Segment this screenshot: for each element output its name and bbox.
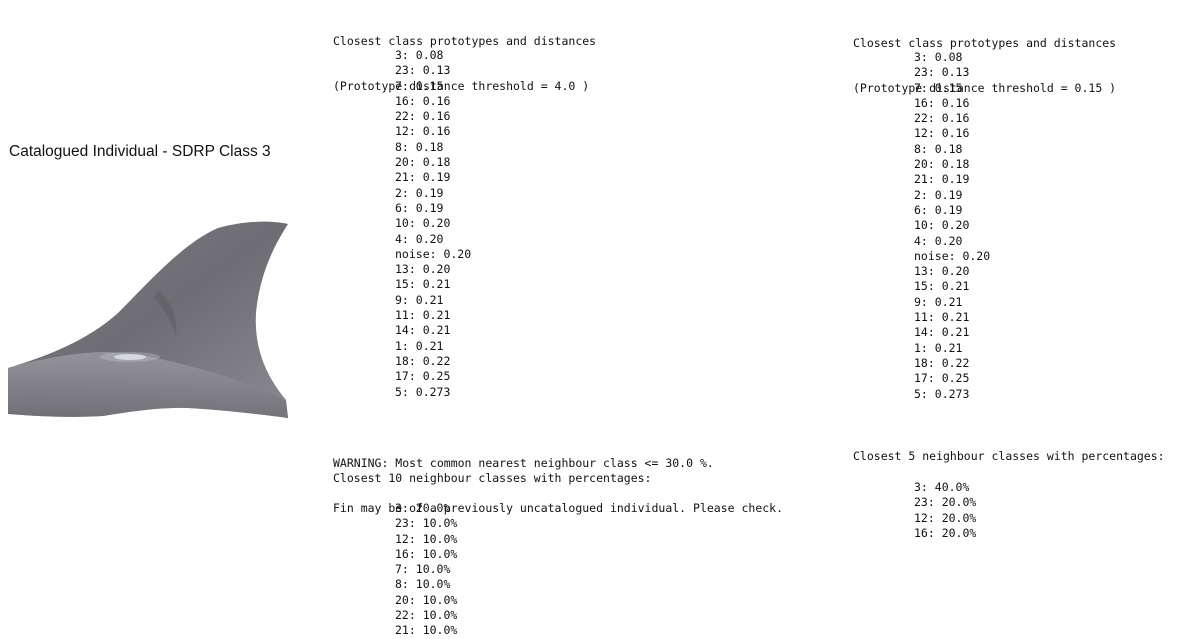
distance-list-item: 21: 0.19 [914,172,970,187]
analysis-1-neighbour-list: 3: 20.0% 23: 10.0% 12: 10.0% 16: 10.0% 7: 10… [395,501,457,639]
distance-list-item: 23: 0.13 [914,65,970,80]
distance-list-item: 10: 0.20 [914,218,970,233]
distance-list-item: 7: 0.15 [914,80,963,95]
neighbour-list-item: 3: 40.0% [914,480,970,494]
analysis-2-heading: Closest class prototypes and distances [853,35,1117,50]
distance-list-item: 22: 0.16 [395,109,451,124]
distance-list-item: 4: 0.20 [395,231,444,246]
neighbour-list-item: 12: 10.0% [395,531,458,546]
distance-list-item: 5: 0.273 [914,386,970,401]
distance-list-item: 3: 0.08 [395,48,444,62]
distance-list-item: 14: 0.21 [395,323,451,338]
distance-list-item: 7: 0.15 [395,78,444,93]
distance-list-item: 18: 0.22 [914,355,970,370]
distance-list-item: 17: 0.25 [395,369,451,384]
distance-list-item: 20: 0.18 [395,155,451,170]
distance-list-item: 22: 0.16 [914,111,970,126]
distance-list-item: 10: 0.20 [395,216,451,231]
distance-list-item: 8: 0.18 [395,139,444,154]
analysis-2-neighbour-list: 3: 40.0% 23: 20.0% 12: 20.0% 16: 20.0% [914,480,976,541]
warning-line-1: WARNING: Most common nearest neighbour c… [333,455,714,470]
distance-list-item: 14: 0.21 [914,325,970,340]
analysis-2-distance-list: 3: 0.08 23: 0.13 7: 0.15 16: 0.16 22: 0.16 12… [914,50,990,402]
neighbour-list-item: 23: 10.0% [395,516,458,531]
neighbour-list-item: 3: 20.0% [395,501,451,515]
distance-list-item: 12: 0.16 [395,124,451,139]
distance-list-item: 2: 0.19 [914,187,963,202]
distance-list-item: noise: 0.20 [914,248,991,263]
distance-list-item: 6: 0.19 [914,202,963,217]
distance-list-item: 13: 0.20 [914,264,970,279]
distance-list-item: 13: 0.20 [395,262,451,277]
distance-list-item: 1: 0.21 [914,340,963,355]
analysis-1-heading: Closest class prototypes and distances [333,33,597,48]
dorsal-fin-image [8,221,288,418]
neighbour-list-item: 7: 10.0% [395,562,451,577]
distance-list-item: 8: 0.18 [914,141,963,156]
distance-list-item: 6: 0.19 [395,200,444,215]
distance-list-item: 15: 0.21 [395,277,451,292]
distance-list-item: 12: 0.16 [914,126,970,141]
distance-list-item: 3: 0.08 [914,50,963,64]
distance-list-item: 11: 0.21 [395,308,451,323]
distance-list-item: 18: 0.22 [395,353,451,368]
distance-list-item: 23: 0.13 [395,63,451,78]
distance-list-item: 1: 0.21 [395,338,444,353]
distance-list-item: 9: 0.21 [395,292,444,307]
neighbour-list-item: 20: 10.0% [395,592,458,607]
fin-caption: Catalogued Individual - SDRP Class 3 [9,143,271,160]
analysis-2-neighbours-heading: Closest 5 neighbour classes with percent… [853,449,1165,463]
distance-list-item: 17: 0.25 [914,371,970,386]
neighbour-list-item: 16: 10.0% [395,546,458,561]
neighbour-list-item: 8: 10.0% [395,577,451,592]
distance-list-item: 15: 0.21 [914,279,970,294]
analysis-1-neighbours-heading: Closest 10 neighbour classes with percen… [333,471,652,485]
distance-list-item: 9: 0.21 [914,294,963,309]
distance-list-item: 20: 0.18 [914,157,970,172]
neighbour-list-item: 23: 20.0% [914,495,977,510]
distance-list-item: 2: 0.19 [395,185,444,200]
distance-list-item: 5: 0.273 [395,384,451,399]
analysis-1-distance-list: 3: 0.08 23: 0.13 7: 0.15 16: 0.16 22: 0.16 12… [395,48,471,400]
neighbour-list-item: 12: 20.0% [914,510,977,525]
distance-list-item: noise: 0.20 [395,246,472,261]
neighbour-list-item: 21: 10.0% [395,623,458,638]
distance-list-item: 21: 0.19 [395,170,451,185]
neighbour-list-item: 22: 10.0% [395,608,458,623]
distance-list-item: 11: 0.21 [914,310,970,325]
neighbour-list-item: 16: 20.0% [914,525,977,540]
distance-list-item: 4: 0.20 [914,233,963,248]
distance-list-item: 16: 0.16 [395,93,451,108]
distance-list-item: 16: 0.16 [914,95,970,110]
